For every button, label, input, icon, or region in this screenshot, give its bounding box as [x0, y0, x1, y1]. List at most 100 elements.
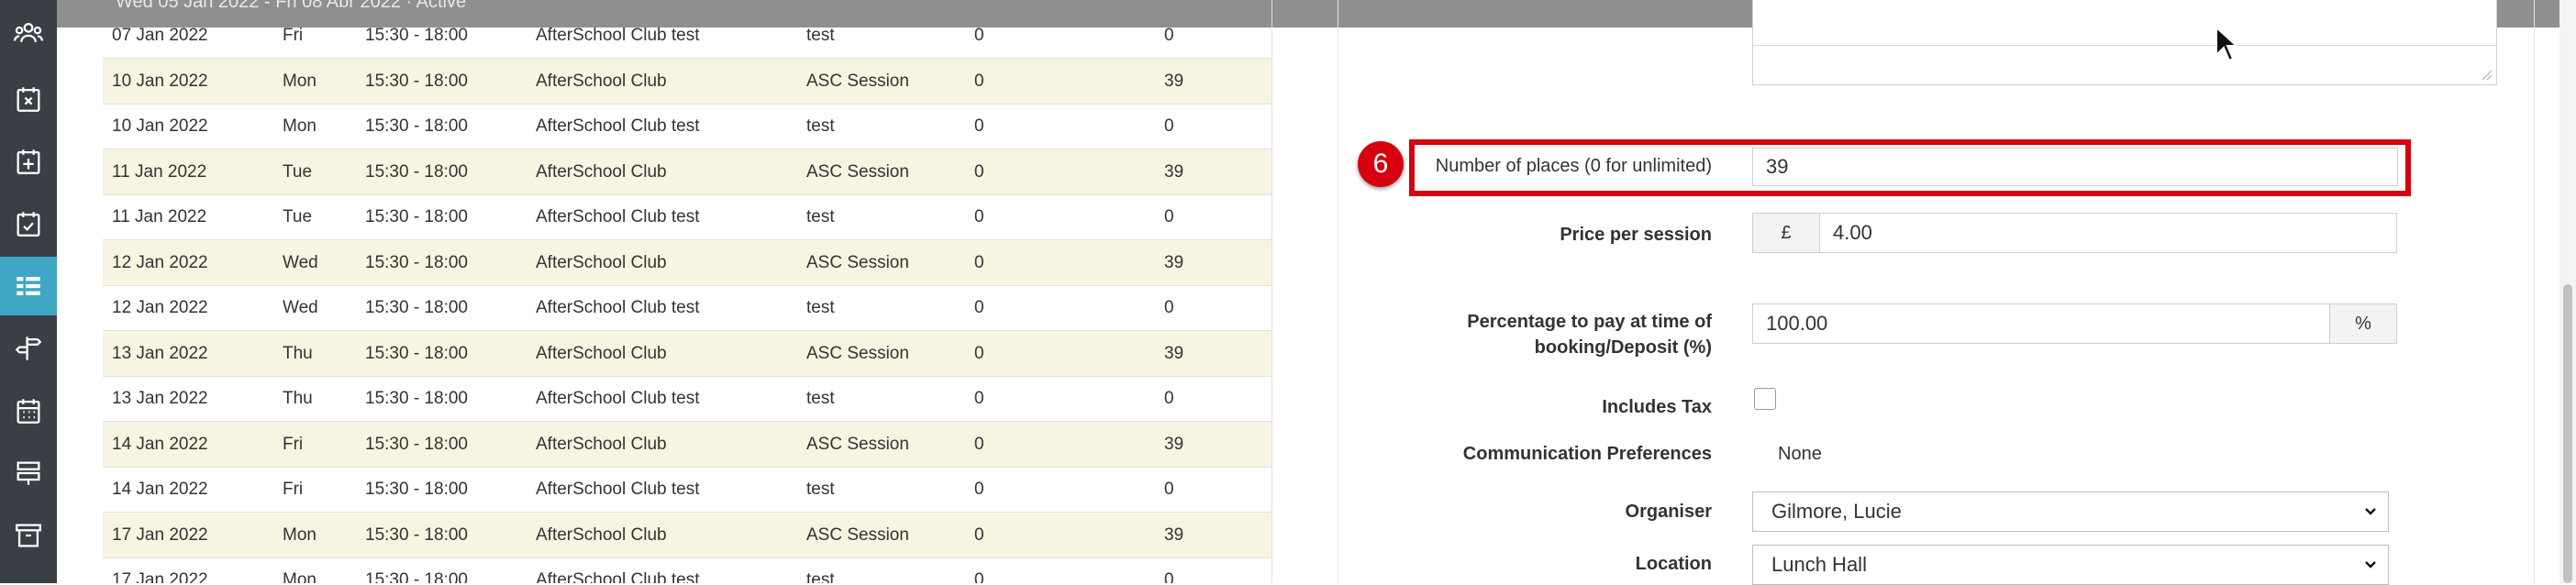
cell-booked: 0	[974, 524, 984, 545]
cell-time: 15:30 - 18:00	[365, 434, 468, 454]
sidebar-item-calendar-remove[interactable]	[0, 70, 57, 128]
cell-name: AfterSchool Club test	[536, 570, 700, 583]
deposit-input[interactable]: 100.00	[1752, 304, 2330, 344]
cell-date: 12 Jan 2022	[112, 252, 208, 272]
cell-day: Thu	[283, 389, 313, 408]
calendar-remove-icon	[17, 87, 40, 112]
cell-type: ASC Session	[806, 252, 909, 272]
cell-places: 0	[1164, 298, 1174, 317]
sidebar-item-calendar-check[interactable]	[0, 194, 57, 253]
cell-type: test	[806, 570, 835, 583]
cell-day: Mon	[283, 116, 316, 136]
cell-day: Wed	[283, 298, 318, 317]
comm-prefs-value: None	[1778, 444, 1822, 464]
cell-name: AfterSchool Club	[536, 434, 667, 454]
cell-type: ASC Session	[806, 161, 909, 182]
table-row[interactable]: 07 Jan 2022 Fri 15:30 - 18:00 AfterSchool C…	[103, 13, 1271, 59]
percent-addon: %	[2329, 304, 2397, 344]
deposit-label-line1: Percentage to pay at time of	[1467, 312, 1712, 332]
sidebar-item-stack[interactable]	[0, 444, 57, 502]
cell-date: 13 Jan 2022	[112, 343, 208, 363]
sidebar-item-calendar-add[interactable]	[0, 132, 57, 191]
sidebar-item-archive[interactable]	[0, 506, 57, 565]
table-row[interactable]: 11 Jan 2022 Tue 15:30 - 18:00 AfterSchool C…	[103, 149, 1271, 195]
cell-type: test	[806, 207, 835, 226]
cell-type: ASC Session	[806, 71, 909, 91]
table-row[interactable]: 17 Jan 2022 Mon 15:30 - 18:00 AfterSchool C…	[103, 512, 1271, 558]
chevron-down-icon	[2365, 508, 2376, 515]
includes-tax-checkbox[interactable]	[1754, 388, 1776, 410]
tax-label: Includes Tax	[1602, 397, 1712, 417]
table-row[interactable]: 17 Jan 2022 Mon 15:30 - 18:00 AfterSchool C…	[103, 557, 1271, 583]
cell-booked: 0	[974, 480, 984, 499]
cell-booked: 0	[974, 71, 984, 91]
sidebar-item-sessions[interactable]	[0, 257, 57, 315]
location-select[interactable]: Lunch Hall	[1752, 545, 2389, 585]
step-badge: 6	[1358, 141, 1404, 187]
location-selected-value: Lunch Hall	[1771, 553, 1867, 576]
cell-date: 17 Jan 2022	[112, 570, 208, 583]
cell-name: AfterSchool Club test	[536, 298, 700, 317]
cell-booked: 0	[974, 343, 984, 363]
cell-time: 15:30 - 18:00	[365, 343, 468, 363]
table-row[interactable]: 14 Jan 2022 Fri 15:30 - 18:00 AfterSchool C…	[103, 467, 1271, 513]
places-label: Number of places (0 for unlimited)	[1435, 156, 1712, 176]
cell-places: 39	[1164, 71, 1184, 91]
sidebar-item-users[interactable]	[0, 4, 57, 62]
table-row[interactable]: 12 Jan 2022 Wed 15:30 - 18:00 AfterSchool C…	[103, 285, 1271, 331]
description-textarea[interactable]	[1752, 0, 2497, 85]
cell-date: 13 Jan 2022	[112, 389, 208, 408]
cell-type: test	[806, 389, 835, 408]
cell-date: 17 Jan 2022	[112, 524, 208, 545]
cell-booked: 0	[974, 252, 984, 272]
cell-date: 11 Jan 2022	[112, 207, 207, 226]
cell-places: 0	[1164, 26, 1174, 45]
cell-day: Fri	[283, 480, 304, 499]
stack-icon	[17, 461, 40, 485]
table-row[interactable]: 11 Jan 2022 Tue 15:30 - 18:00 AfterSchool C…	[103, 194, 1271, 240]
table-row[interactable]: 10 Jan 2022 Mon 15:30 - 18:00 AfterSchool C…	[103, 58, 1271, 105]
table-list-icon	[17, 277, 40, 295]
cell-date: 14 Jan 2022	[112, 434, 208, 454]
table-row[interactable]: 10 Jan 2022 Mon 15:30 - 18:00 AfterSchool C…	[103, 104, 1271, 149]
cell-name: AfterSchool Club test	[536, 116, 700, 136]
cell-name: AfterSchool Club test	[536, 207, 700, 226]
form-panel-border-right	[2534, 0, 2535, 583]
cell-name: AfterSchool Club test	[536, 26, 700, 45]
scrollbar-thumb[interactable]	[2563, 284, 2572, 583]
table-row[interactable]: 12 Jan 2022 Wed 15:30 - 18:00 AfterSchool C…	[103, 239, 1271, 286]
cell-name: AfterSchool Club test	[536, 480, 700, 499]
organiser-select[interactable]: Gilmore, Lucie	[1752, 491, 2389, 532]
cell-date: 10 Jan 2022	[112, 116, 208, 136]
table-row[interactable]: 13 Jan 2022 Thu 15:30 - 18:00 AfterSchool C…	[103, 330, 1271, 377]
sidebar-item-calendar-grid[interactable]	[0, 381, 57, 440]
price-input[interactable]: 4.00	[1819, 213, 2397, 253]
textarea-separator	[1753, 45, 2496, 46]
cell-day: Fri	[283, 26, 304, 45]
organiser-selected-value: Gilmore, Lucie	[1771, 500, 1902, 523]
cell-type: test	[806, 26, 835, 45]
cell-time: 15:30 - 18:00	[365, 161, 468, 182]
sidebar-item-signpost[interactable]	[0, 319, 57, 378]
resize-grip-icon[interactable]	[2480, 68, 2493, 81]
cell-day: Mon	[283, 524, 316, 545]
cell-name: AfterSchool Club	[536, 71, 667, 91]
table-row[interactable]: 13 Jan 2022 Thu 15:30 - 18:00 AfterSchool C…	[103, 376, 1271, 422]
cell-type: ASC Session	[806, 343, 909, 363]
cell-day: Thu	[283, 343, 313, 363]
cell-time: 15:30 - 18:00	[365, 207, 468, 226]
places-input[interactable]: 39	[1752, 148, 2398, 186]
comm-prefs-label: Communication Preferences	[1462, 444, 1712, 464]
cell-type: ASC Session	[806, 524, 909, 545]
cell-date: 10 Jan 2022	[112, 71, 208, 91]
cell-time: 15:30 - 18:00	[365, 116, 468, 136]
cell-places: 39	[1164, 343, 1184, 363]
price-label: Price per session	[1560, 225, 1712, 245]
cell-time: 15:30 - 18:00	[365, 298, 468, 317]
deposit-label-line2: booking/Deposit (%)	[1534, 337, 1712, 358]
date-range-breadcrumb: Wed 05 Jan 2022 - Fri 08 Apr 2022 · Acti…	[116, 0, 466, 7]
cell-booked: 0	[974, 434, 984, 454]
cell-places: 39	[1164, 252, 1184, 272]
table-row[interactable]: 14 Jan 2022 Fri 15:30 - 18:00 AfterSchool C…	[103, 421, 1271, 468]
cell-day: Fri	[283, 434, 304, 454]
